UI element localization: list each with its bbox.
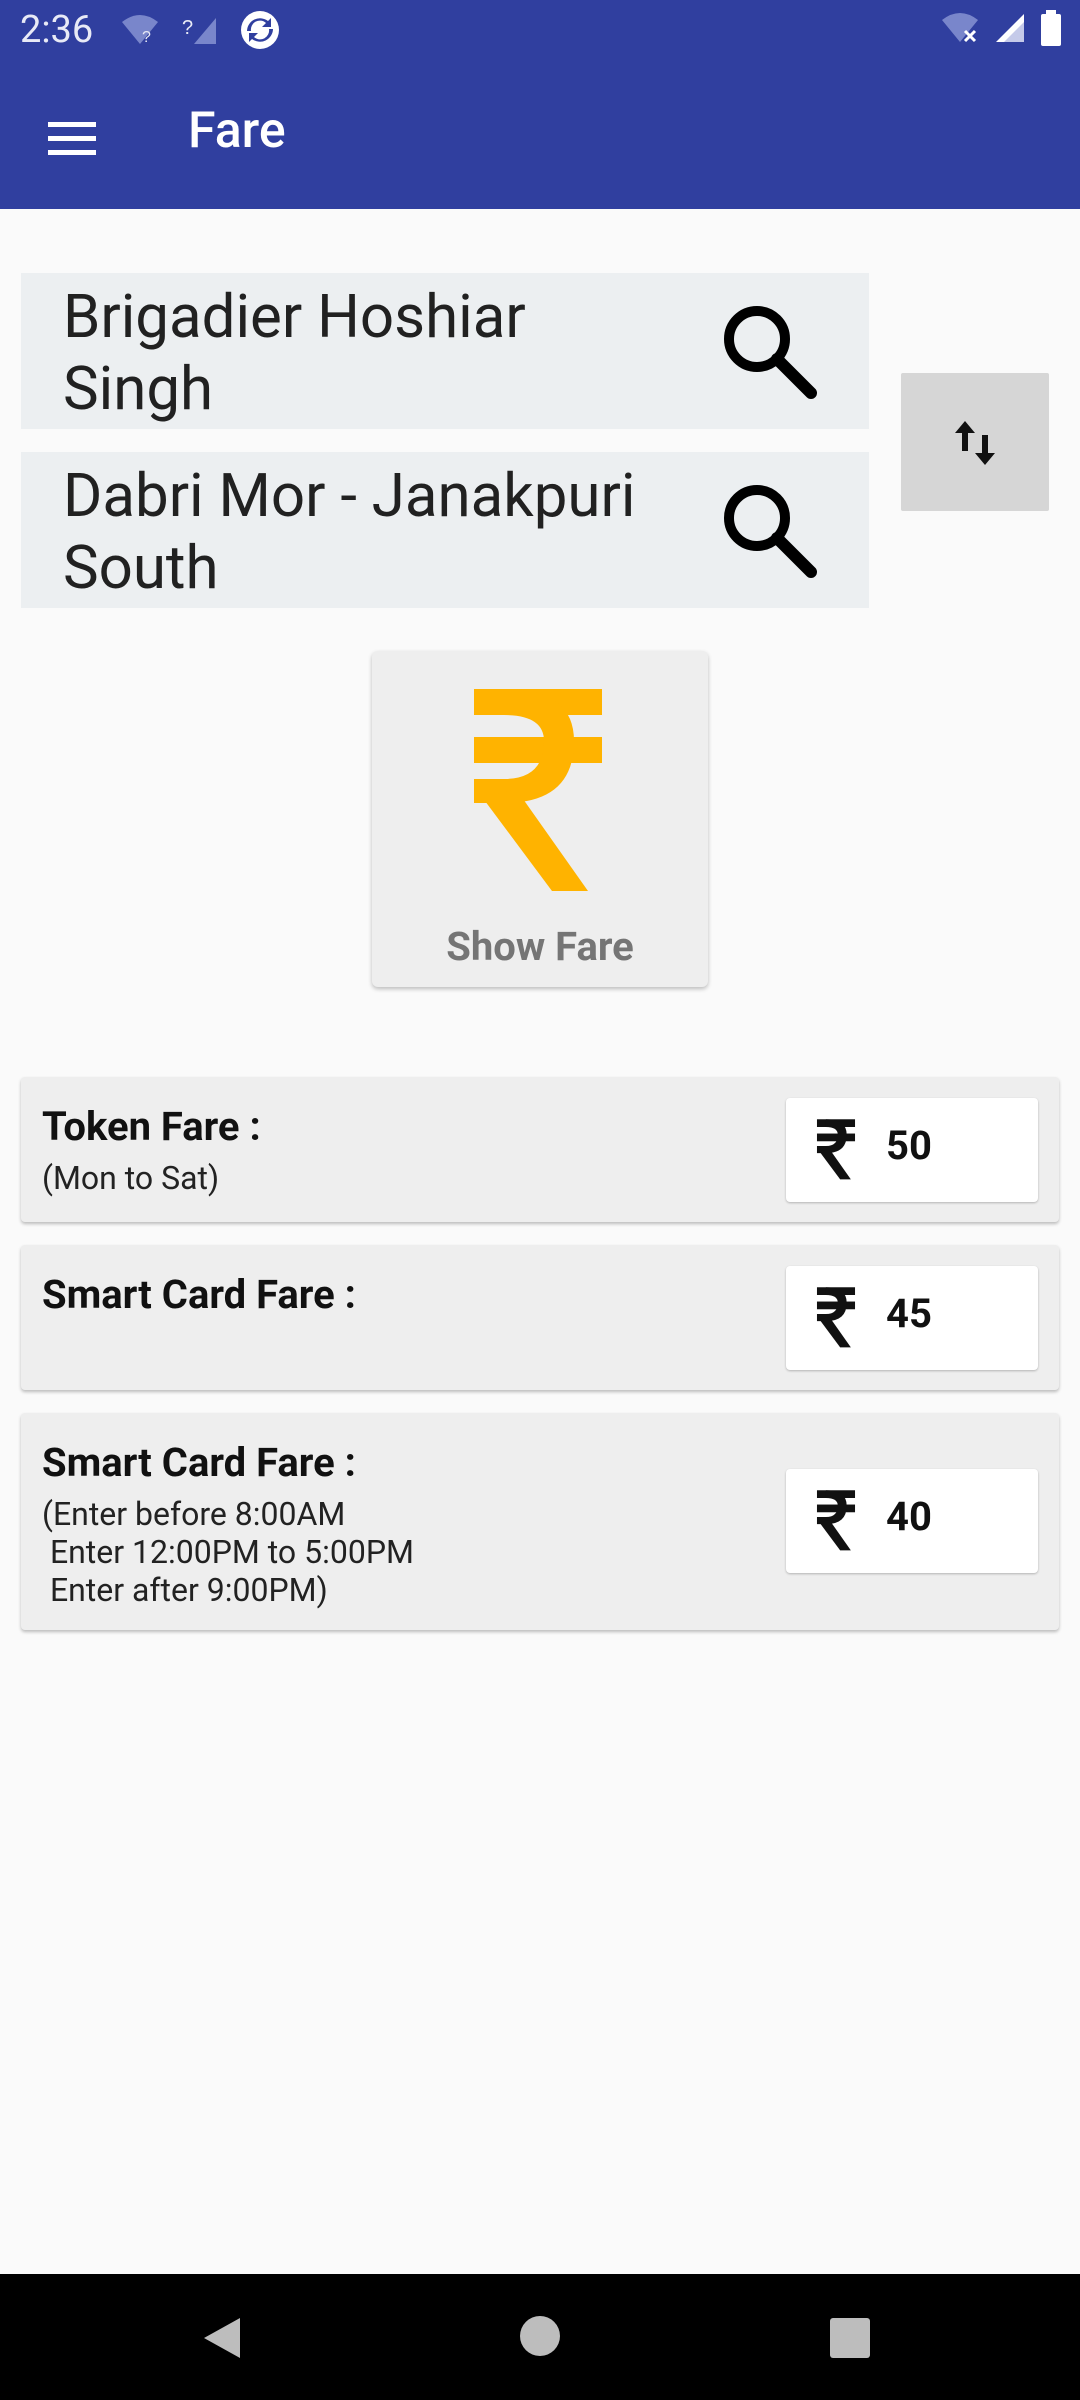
smart-card-offpeak-fare-card: Smart Card Fare : (Enter before 8:00AM E… [21,1413,1059,1630]
status-left-icons: ? ? [120,10,280,54]
token-fare-card: Token Fare : (Mon to Sat) 50 [21,1077,1059,1222]
home-icon[interactable] [520,2316,560,2356]
to-station-field[interactable]: Dabri Mor - Janakpuri South [21,452,869,608]
menu-button[interactable] [30,102,116,188]
status-bar: 2:36 ? ? [0,0,1080,62]
smart-card-fare-card: Smart Card Fare : 45 [21,1245,1059,1390]
fare-amount-box: 40 [786,1469,1038,1573]
search-icon [717,306,821,407]
hamburger-menu-icon [30,122,116,192]
status-time: 2:36 [20,8,94,52]
fare-amount: 45 [886,1290,932,1337]
wifi-question-icon: ? [120,14,160,50]
fare-title: Token Fare : [42,1103,261,1150]
back-icon[interactable] [200,2314,244,2366]
fare-subtitle: (Enter before 8:00AM Enter 12:00PM to 5:… [42,1495,414,1609]
to-station-text: Dabri Mor - Janakpuri South [63,460,636,603]
sync-icon [240,10,280,54]
signal-icon [994,12,1026,48]
rupee-icon [464,679,612,903]
from-station-field[interactable]: Brigadier Hoshiar Singh [21,273,869,429]
from-search-button[interactable] [717,299,821,403]
from-station-text: Brigadier Hoshiar Singh [63,281,526,424]
show-fare-label: Show Fare [446,923,634,970]
fare-amount-box: 50 [786,1098,1038,1202]
svg-text:?: ? [182,17,193,39]
wifi-off-icon [940,12,980,48]
recents-icon[interactable] [830,2318,870,2358]
battery-icon [1040,10,1062,50]
search-icon [717,485,821,586]
to-search-button[interactable] [717,478,821,582]
fare-amount: 40 [886,1493,932,1540]
show-fare-button[interactable]: Show Fare [372,651,708,987]
swap-stations-button[interactable] [901,373,1049,511]
status-right-icons [940,10,1062,50]
signal-question-icon: ? [182,14,218,50]
fare-title: Smart Card Fare : [42,1439,356,1486]
app-bar: Fare [0,62,1080,209]
fare-title: Smart Card Fare : [42,1271,356,1318]
svg-text:?: ? [142,29,151,46]
fare-amount: 50 [886,1122,932,1169]
system-nav-bar [0,2274,1080,2400]
fare-amount-box: 45 [786,1266,1038,1370]
page-title: Fare [188,102,286,160]
fare-subtitle: (Mon to Sat) [42,1159,220,1197]
